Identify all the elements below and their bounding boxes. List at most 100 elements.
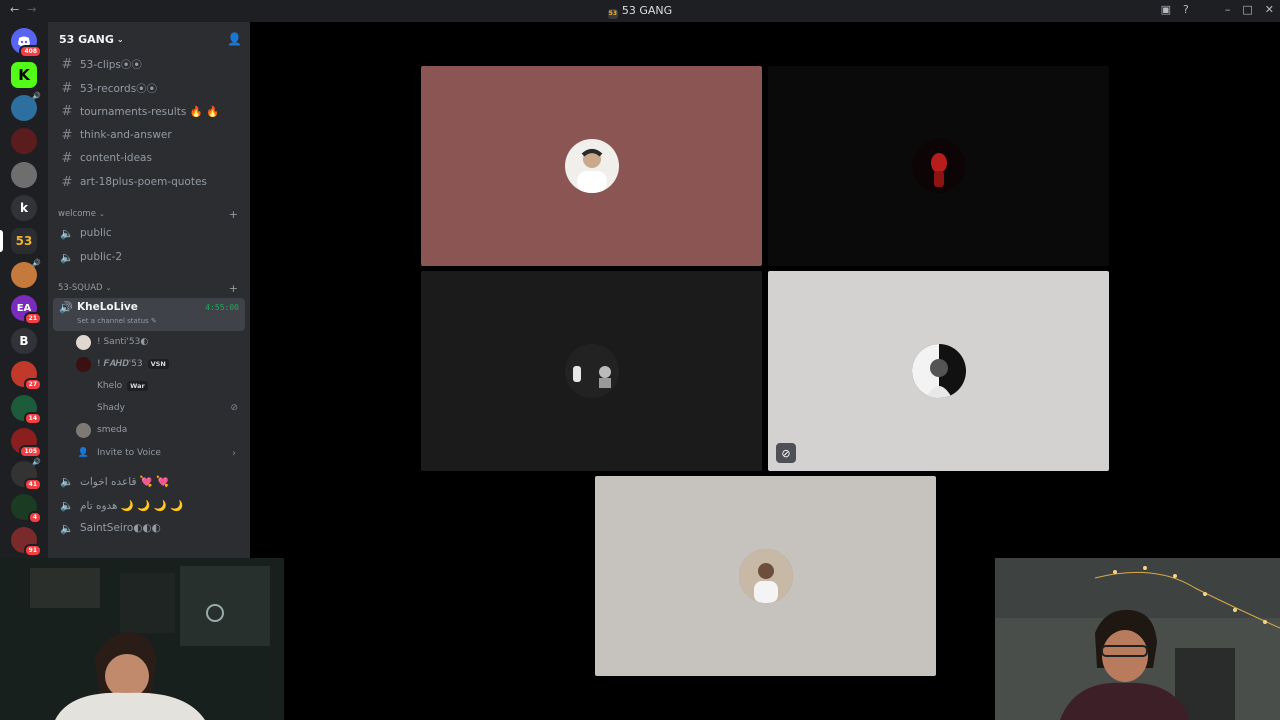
channel-name: content-ideas bbox=[80, 152, 152, 164]
participant-tile[interactable] bbox=[595, 476, 936, 676]
server-header[interactable]: 53 GANG ⌄ 👤 bbox=[48, 22, 250, 56]
guild-3[interactable]: 🔊 bbox=[11, 92, 41, 121]
channel-name: public bbox=[80, 227, 112, 239]
guild-badge: 27 bbox=[23, 378, 42, 391]
channel-status-input[interactable]: Set a channel status ✎ bbox=[77, 317, 157, 325]
voice-channel[interactable]: 🔈 public bbox=[54, 223, 244, 243]
text-channel[interactable]: # content-ideas bbox=[54, 148, 244, 168]
add-channel-icon[interactable]: + bbox=[229, 282, 238, 295]
category-53-squad[interactable]: 53-SQUAD ⌄ + bbox=[58, 282, 244, 295]
hash-icon: # bbox=[61, 56, 73, 72]
voice-channel[interactable]: 🔈 قاعده اخوات 💘 💘 bbox=[54, 471, 244, 491]
voice-channel[interactable]: 🔈 هدوه تام 🌙 🌙 🌙 🌙 bbox=[54, 495, 244, 515]
text-channel[interactable]: # think-and-answer bbox=[54, 125, 244, 145]
voice-channel[interactable]: 🔈 SaintSeiro◐◐◐ bbox=[54, 518, 244, 538]
hash-icon: # bbox=[61, 174, 73, 190]
voice-user[interactable]: ! Santi'53◐ bbox=[76, 332, 244, 352]
active-voice-channel[interactable]: 🔊 KheLoLive 4:55:00 Set a channel status… bbox=[53, 298, 245, 331]
server-list: 408 K 🔊 k 53 🔊 EA 21 B 27 14 105 🔊 41 4 9… bbox=[0, 22, 48, 558]
voice-user[interactable]: Shady ⊘ bbox=[76, 398, 244, 418]
selected-guild-pill bbox=[0, 230, 3, 252]
avatar bbox=[76, 334, 91, 350]
voice-user[interactable]: smeda bbox=[76, 420, 244, 440]
channel-sidebar: 53 GANG ⌄ 👤 #53-clips⦿⦿ #53-records⦿⦿ # t… bbox=[48, 22, 250, 558]
text-channel[interactable]: # tournaments-results 🔥 🔥 bbox=[54, 101, 244, 121]
user-tag: War bbox=[127, 381, 148, 391]
participant-tile[interactable]: ⊘ bbox=[768, 271, 1109, 471]
invite-to-voice-button[interactable]: 👤 Invite to Voice › bbox=[76, 443, 244, 463]
hash-icon: # bbox=[61, 150, 73, 166]
voice-channel[interactable]: 🔈 public-2 bbox=[54, 247, 244, 267]
avatar bbox=[76, 400, 91, 416]
add-user-icon: 👤 bbox=[77, 448, 90, 458]
webcam-overlay-right bbox=[995, 558, 1280, 720]
inbox-icon[interactable]: ▣ bbox=[1161, 3, 1171, 16]
channel-name: هدوه تام 🌙 🌙 🌙 🌙 bbox=[80, 499, 184, 512]
guild-5[interactable] bbox=[11, 162, 37, 188]
avatar bbox=[76, 378, 91, 394]
channel-name: قاعده اخوات 💘 💘 bbox=[80, 475, 170, 488]
speaker-icon: 🔊 bbox=[32, 458, 41, 466]
guild-ea[interactable]: EA 21 bbox=[11, 295, 42, 325]
guild-15[interactable]: 4 bbox=[11, 494, 42, 524]
title-bar: ← → 53 53 GANG ▣ ? – □ ✕ bbox=[0, 0, 1280, 22]
text-channel[interactable]: # art-18plus-poem-quotes bbox=[54, 172, 244, 192]
chevron-down-icon: ⌄ bbox=[116, 34, 124, 44]
user-name: ! Santi'53◐ bbox=[97, 337, 149, 347]
text-channel[interactable]: #53-records⦿⦿ bbox=[54, 78, 244, 98]
add-channel-icon[interactable]: + bbox=[229, 208, 238, 221]
maximize-icon[interactable]: □ bbox=[1242, 3, 1252, 16]
user-name: ! 𝑭𝑨𝑯𝑫'53 bbox=[97, 359, 143, 369]
guild-badge: 14 bbox=[23, 412, 42, 425]
guild-12[interactable]: 14 bbox=[11, 395, 42, 425]
close-icon[interactable]: ✕ bbox=[1265, 3, 1274, 16]
window-title: 53 53 GANG bbox=[0, 4, 1280, 19]
category-welcome[interactable]: welcome ⌄ + bbox=[58, 208, 244, 221]
user-name: Khelo bbox=[97, 381, 123, 391]
channel-name: 53-records⦿⦿ bbox=[80, 82, 158, 95]
speaker-icon: 🔈 bbox=[60, 498, 74, 512]
avatar bbox=[564, 344, 619, 398]
avatar bbox=[76, 356, 91, 372]
avatar bbox=[738, 549, 793, 603]
speaker-icon: 🔈 bbox=[60, 250, 74, 264]
guild-b[interactable]: B bbox=[11, 328, 37, 354]
guild-14[interactable]: 🔊 41 bbox=[11, 458, 42, 491]
guild-11[interactable]: 27 bbox=[11, 361, 42, 391]
participant-tile[interactable] bbox=[768, 66, 1109, 266]
guild-53-gang[interactable]: 53 bbox=[11, 228, 37, 254]
minimize-icon[interactable]: – bbox=[1225, 3, 1231, 16]
guild-k[interactable]: k bbox=[11, 195, 37, 221]
chevron-down-icon: ⌄ bbox=[98, 210, 105, 218]
call-timer: 4:55:00 bbox=[205, 303, 239, 312]
channel-name: art-18plus-poem-quotes bbox=[80, 176, 207, 188]
voice-user[interactable]: ! 𝑭𝑨𝑯𝑫'53 VSN bbox=[76, 354, 244, 374]
webcam-overlay-left bbox=[0, 558, 284, 720]
guild-13[interactable]: 105 bbox=[11, 428, 42, 458]
window-controls: ▣ ? – □ ✕ bbox=[1161, 3, 1274, 16]
server-name: 53 GANG bbox=[59, 32, 114, 46]
guild-8[interactable]: 🔊 bbox=[11, 259, 41, 288]
participant-tile[interactable] bbox=[421, 271, 762, 471]
guild-16[interactable]: 91 bbox=[11, 527, 42, 557]
channel-name: SaintSeiro◐◐◐ bbox=[80, 522, 161, 534]
mic-muted-icon: ⊘ bbox=[230, 403, 238, 413]
guild-badge: 91 bbox=[23, 544, 42, 557]
participant-tile[interactable] bbox=[421, 66, 762, 266]
guild-kick[interactable]: K bbox=[11, 62, 37, 88]
text-channel[interactable]: #53-clips⦿⦿ bbox=[54, 54, 244, 74]
hash-icon: # bbox=[61, 103, 73, 119]
category-label: welcome bbox=[58, 209, 96, 219]
avatar bbox=[911, 139, 966, 193]
avatar bbox=[76, 422, 91, 438]
guild-badge: 41 bbox=[23, 478, 42, 491]
webcam-feed-image bbox=[995, 558, 1280, 720]
help-icon[interactable]: ? bbox=[1183, 3, 1189, 16]
speaker-icon: 🔊 bbox=[59, 301, 73, 314]
guild-direct-messages[interactable]: 408 bbox=[11, 28, 42, 58]
mic-muted-icon: ⊘ bbox=[776, 443, 796, 463]
guild-4[interactable] bbox=[11, 128, 37, 154]
add-friend-icon[interactable]: 👤 bbox=[227, 32, 242, 46]
user-name: smeda bbox=[97, 425, 128, 435]
voice-user[interactable]: Khelo War bbox=[76, 376, 244, 396]
